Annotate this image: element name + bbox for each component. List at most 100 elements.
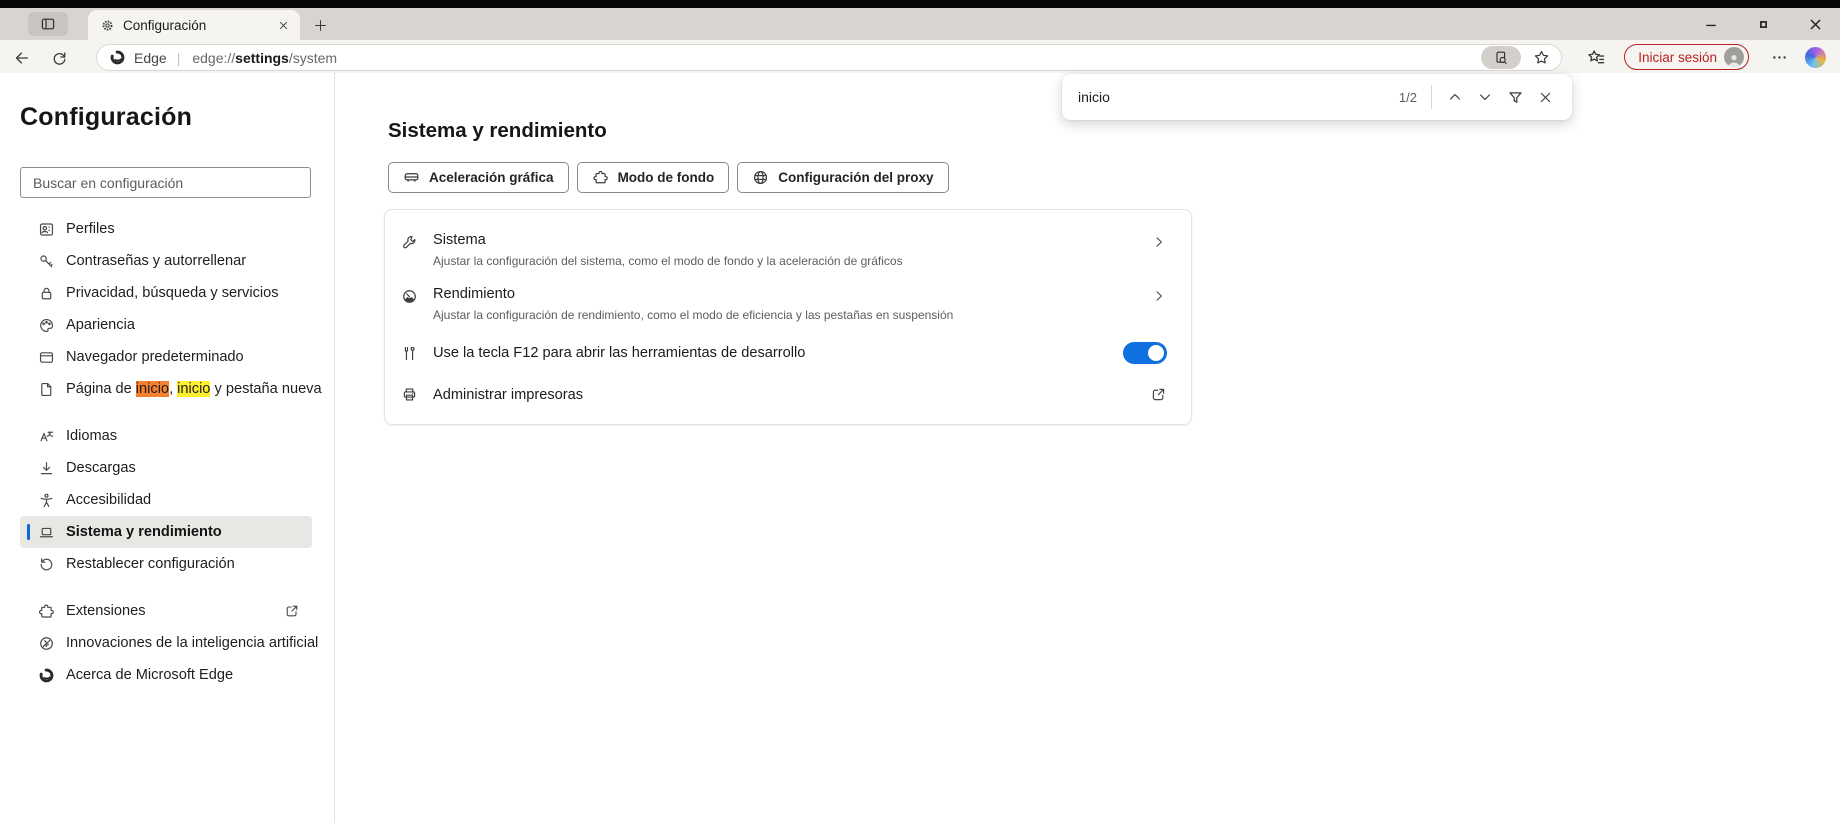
palette-icon — [38, 317, 55, 334]
find-in-page-bar: inicio 1/2 — [1062, 74, 1572, 120]
wrench-icon — [401, 234, 418, 251]
modo-de-fondo-button[interactable]: Modo de fondo — [576, 162, 730, 193]
sign-in-label: Iniciar sesión — [1638, 49, 1717, 65]
sidebar-item-extensiones[interactable]: Extensiones — [20, 595, 312, 627]
copilot-icon[interactable] — [1805, 46, 1826, 68]
back-button[interactable] — [8, 45, 34, 71]
page-title: Sistema y rendimiento — [388, 119, 607, 142]
sidebar-nav-group: Idiomas Descargas Accesibilidad Sistema y r… — [0, 420, 335, 580]
address-bar[interactable]: Edge | edge://settings/system — [96, 44, 1562, 71]
setting-row-title: Administrar impresoras — [433, 386, 584, 403]
sidebar-item-label: Extensiones — [66, 603, 146, 619]
external-link-icon — [1150, 386, 1167, 403]
tab-close-icon[interactable] — [274, 16, 292, 34]
setting-row-subtitle: Ajustar la configuración del sistema, co… — [433, 254, 903, 268]
sidebar-item-descargas[interactable]: Descargas — [20, 452, 312, 484]
toolbar-right-cluster: Iniciar sesión — [1582, 40, 1840, 74]
titlebar-strip — [0, 0, 1840, 8]
main-content: Sistema y rendimiento Aceleración gráfic… — [336, 73, 1840, 823]
gauge-icon — [401, 288, 418, 305]
button-label: Modo de fondo — [617, 170, 715, 185]
sidebar-nav: Perfiles Contraseñas y autorrellenar Priva… — [0, 213, 335, 706]
chevron-right-icon — [1151, 234, 1167, 250]
f12-devtools-toggle[interactable] — [1123, 342, 1167, 364]
sidebar-item-label: Restablecer configuración — [66, 556, 235, 572]
settings-sidebar: Configuración Perfiles Contraseñas y auto… — [0, 73, 335, 823]
find-input[interactable]: inicio — [1078, 89, 1399, 105]
find-next-button[interactable] — [1470, 82, 1500, 112]
sidebar-item-pagina-de-inicio[interactable]: Página de inicio, inicio y pestaña nueva — [20, 373, 322, 405]
sidebar-item-navegador-predeterminado[interactable]: Navegador predeterminado — [20, 341, 312, 373]
browser-menu-icon[interactable] — [1765, 43, 1793, 71]
new-tab-button[interactable] — [306, 13, 334, 37]
laptop-icon — [38, 524, 55, 541]
chevron-right-icon — [1151, 288, 1167, 304]
sidebar-item-privacidad[interactable]: Privacidad, búsqueda y servicios — [20, 277, 312, 309]
reset-icon — [38, 556, 55, 573]
bg-mode-icon — [592, 169, 609, 186]
sidebar-item-idiomas[interactable]: Idiomas — [20, 420, 312, 452]
sidebar-nav-group: Perfiles Contraseñas y autorrellenar Priva… — [0, 213, 335, 405]
setting-row-administrar-impresoras[interactable]: Administrar impresoras — [385, 375, 1191, 414]
profiles-icon — [38, 221, 55, 238]
active-tab[interactable]: Configuración — [88, 10, 300, 40]
find-previous-button[interactable] — [1440, 82, 1470, 112]
sidebar-item-accesibilidad[interactable]: Accesibilidad — [20, 484, 312, 516]
find-highlight-active: inicio — [135, 381, 170, 397]
tab-strip: Configuración — [0, 8, 1840, 40]
sidebar-item-label: Idiomas — [66, 428, 118, 444]
sign-in-button[interactable]: Iniciar sesión — [1624, 44, 1749, 70]
find-highlight-match: inicio — [177, 381, 211, 397]
sidebar-item-sistema-y-rendimiento[interactable]: Sistema y rendimiento — [20, 516, 312, 548]
address-separator: | — [176, 49, 181, 66]
find-close-button[interactable] — [1530, 82, 1560, 112]
minimize-button[interactable] — [1700, 13, 1722, 35]
sidebar-item-label: Descargas — [66, 460, 136, 476]
external-link-icon — [284, 603, 300, 619]
setting-row-rendimiento[interactable]: Rendimiento Ajustar la configuración de r… — [385, 277, 1191, 331]
accessibility-icon — [38, 492, 55, 509]
setting-row-tecla-f12[interactable]: Use la tecla F12 para abrir las herramie… — [385, 331, 1191, 375]
settings-search-input[interactable] — [20, 167, 311, 198]
favorite-star-icon[interactable] — [1529, 46, 1553, 70]
aceleracion-grafica-button[interactable]: Aceleración gráfica — [388, 162, 569, 193]
download-icon — [38, 460, 55, 477]
devtools-icon — [401, 345, 418, 362]
maximize-button[interactable] — [1752, 13, 1774, 35]
sidebar-item-label: Innovaciones de la inteligencia artifici… — [66, 635, 319, 651]
sidebar-item-apariencia[interactable]: Apariencia — [20, 309, 312, 341]
page-icon — [38, 381, 55, 398]
edge-logo-icon — [38, 667, 55, 684]
sidebar-item-restablecer[interactable]: Restablecer configuración — [20, 548, 312, 580]
tab-list-button[interactable] — [28, 12, 68, 36]
find-bar-divider — [1431, 85, 1432, 109]
setting-row-title: Use la tecla F12 para abrir las herramie… — [433, 345, 806, 361]
chevron-right-icon — [1151, 234, 1167, 250]
browser-window-icon — [38, 349, 55, 366]
find-filter-icon[interactable] — [1500, 82, 1530, 112]
settings-gear-icon — [100, 18, 115, 33]
toolbar: Edge | edge://settings/system Iniciar se… — [0, 40, 1840, 74]
sidebar-item-label: Accesibilidad — [66, 492, 152, 508]
reload-button[interactable] — [46, 45, 72, 71]
favorites-hub-icon[interactable] — [1582, 43, 1610, 71]
button-label: Configuración del proxy — [778, 170, 934, 185]
sidebar-item-innovaciones-ia[interactable]: Innovaciones de la inteligencia artifici… — [20, 627, 318, 659]
sidebar-item-label: Contraseñas y autorrellenar — [66, 253, 247, 269]
configuracion-proxy-button[interactable]: Configuración del proxy — [737, 162, 949, 193]
translate-icon — [38, 428, 55, 445]
site-brand-label: Edge — [134, 49, 167, 66]
close-window-button[interactable] — [1804, 13, 1826, 35]
sidebar-item-label: Acerca de Microsoft Edge — [66, 667, 234, 683]
sidebar-item-perfiles[interactable]: Perfiles — [20, 213, 312, 245]
sidebar-item-label: Perfiles — [66, 221, 115, 237]
setting-row-text: Rendimiento Ajustar la configuración de r… — [433, 286, 1151, 322]
button-label: Aceleración gráfica — [429, 170, 554, 185]
find-match-counter: 1/2 — [1398, 89, 1417, 105]
find-on-page-chip[interactable] — [1481, 46, 1521, 69]
sidebar-item-acerca-de-edge[interactable]: Acerca de Microsoft Edge — [20, 659, 312, 691]
globe-icon — [752, 169, 769, 186]
avatar-icon — [1724, 47, 1744, 67]
setting-row-sistema[interactable]: Sistema Ajustar la configuración del sist… — [385, 223, 1191, 277]
sidebar-item-contrasenas[interactable]: Contraseñas y autorrellenar — [20, 245, 312, 277]
